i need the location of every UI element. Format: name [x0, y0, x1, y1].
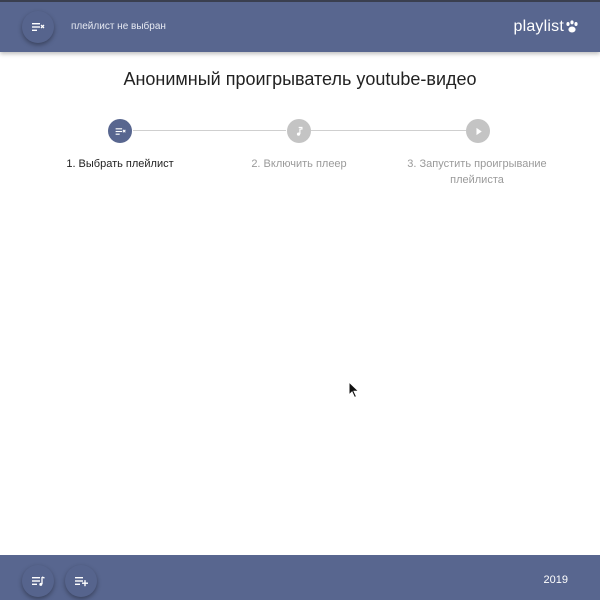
step-3-indicator[interactable]: [466, 119, 490, 143]
music-note-icon: [296, 126, 303, 136]
stepper-connector: [311, 130, 466, 131]
stepper-connector: [133, 130, 286, 131]
step-1-indicator[interactable]: [108, 119, 132, 143]
step-2-label[interactable]: 2. Включить плеер: [214, 156, 384, 172]
play-icon: [475, 127, 482, 135]
mouse-cursor-icon: [348, 381, 360, 399]
playlist-remove-icon: [115, 127, 126, 135]
playlist-remove-icon: [32, 23, 45, 31]
page-title: Анонимный проигрыватель youtube-видео: [123, 69, 477, 89]
playlist-music-icon: [32, 576, 45, 586]
playlist-add-icon: [75, 577, 88, 587]
step-3-label[interactable]: 3. Запустить проигрывание плейлиста: [392, 156, 562, 188]
playlist-music-button[interactable]: [22, 565, 54, 597]
step-2-indicator[interactable]: [287, 119, 311, 143]
paw-icon: [566, 20, 578, 33]
add-playlist-button[interactable]: [65, 565, 97, 597]
brand-title: playlist: [513, 18, 564, 35]
window-edge: [0, 0, 600, 2]
playlist-status: плейлист не выбран: [71, 21, 166, 32]
step-1-label[interactable]: 1. Выбрать плейлист: [35, 156, 205, 172]
footer-year: 2019: [543, 574, 568, 586]
playlist-menu-button[interactable]: [22, 11, 54, 43]
